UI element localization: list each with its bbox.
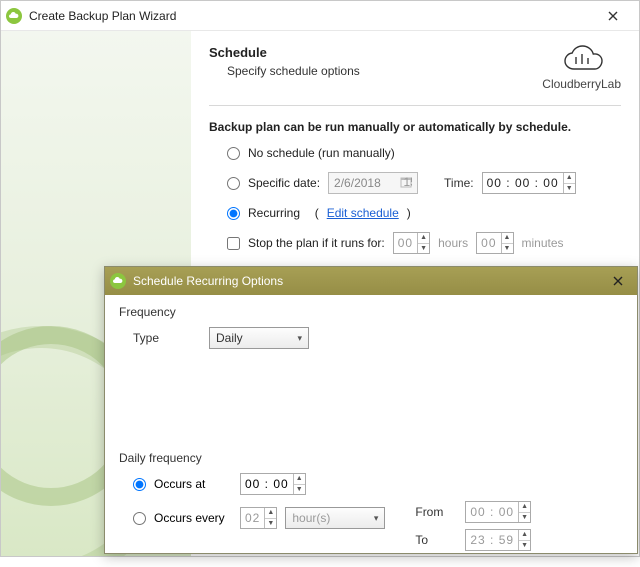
occurs-every-value: 02 — [241, 511, 264, 525]
occurs-at-label: Occurs at — [154, 477, 232, 491]
type-label: Type — [133, 331, 199, 345]
type-row: Type Daily ▾ — [133, 327, 623, 349]
time-spinner[interactable]: ▲▼ — [563, 173, 575, 193]
occurs-at-field[interactable]: 00 : 00 ▲▼ — [240, 473, 306, 495]
stop-plan-row: Stop the plan if it runs for: 00 ▲▼ hour… — [227, 232, 621, 254]
occurs-at-spinner[interactable]: ▲▼ — [293, 474, 305, 494]
time-value: 00 : 00 : 00 — [483, 176, 563, 190]
type-select-value: Daily — [216, 331, 243, 345]
page-subtitle: Specify schedule options — [227, 64, 360, 78]
date-field[interactable]: 2/6/2018 15 — [328, 172, 418, 194]
close-icon — [608, 11, 618, 21]
radio-recurring-input[interactable] — [227, 207, 240, 220]
svg-text:15: 15 — [404, 176, 413, 188]
daily-block: Occurs at 00 : 00 ▲▼ Occurs every 02 ▲▼ … — [119, 473, 623, 557]
from-value: 00 : 00 — [466, 505, 518, 519]
spin-up-icon[interactable]: ▲ — [564, 173, 575, 184]
radio-recurring-label: Recurring — [248, 206, 300, 220]
time-field[interactable]: 00 : 00 : 00 ▲▼ — [482, 172, 576, 194]
cloud-icon — [560, 45, 604, 75]
spin-up-icon[interactable]: ▲ — [418, 233, 429, 244]
window-title: Create Backup Plan Wizard — [29, 9, 591, 23]
spin-up-icon[interactable]: ▲ — [519, 502, 530, 513]
to-spinner[interactable]: ▲▼ — [518, 530, 530, 550]
spin-up-icon[interactable]: ▲ — [265, 508, 276, 519]
occurs-at-value: 00 : 00 — [241, 477, 293, 491]
chevron-down-icon: ▾ — [297, 333, 302, 344]
calendar-icon[interactable]: 15 — [400, 176, 412, 191]
spin-down-icon[interactable]: ▼ — [502, 244, 513, 254]
to-value: 23 : 59 — [466, 533, 518, 547]
occurs-every-spinner[interactable]: ▲▼ — [264, 508, 276, 528]
hours-label: hours — [438, 236, 468, 250]
stop-mins-field[interactable]: 00 ▲▼ — [476, 232, 513, 254]
stop-hours-spinner[interactable]: ▲▼ — [417, 233, 429, 253]
dialog-title: Schedule Recurring Options — [133, 274, 603, 288]
occurs-every-label: Occurs every — [154, 511, 232, 525]
spin-down-icon[interactable]: ▼ — [564, 184, 575, 194]
recurring-dialog: Schedule Recurring Options Frequency Typ… — [104, 266, 638, 554]
from-field[interactable]: 00 : 00 ▲▼ — [465, 501, 531, 523]
brand-logo: CloudberryLab — [542, 45, 621, 91]
header-row: Schedule Specify schedule options Cloudb… — [209, 45, 621, 91]
to-field[interactable]: 23 : 59 ▲▼ — [465, 529, 531, 551]
spin-up-icon[interactable]: ▲ — [294, 474, 305, 485]
radio-no-schedule[interactable]: No schedule (run manually) — [227, 146, 621, 160]
from-label: From — [415, 505, 455, 519]
from-row: From 00 : 00 ▲▼ — [415, 501, 531, 523]
radio-no-schedule-input[interactable] — [227, 147, 240, 160]
titlebar: Create Backup Plan Wizard — [1, 1, 639, 31]
radio-occurs-every[interactable]: Occurs every 02 ▲▼ hour(s) ▾ — [133, 507, 385, 529]
paren-open: ( — [308, 206, 319, 220]
radio-no-schedule-label: No schedule (run manually) — [248, 146, 395, 160]
close-icon — [613, 276, 623, 286]
edit-schedule-link[interactable]: Edit schedule — [327, 206, 399, 220]
time-label: Time: — [444, 176, 474, 190]
radio-specific-date-input[interactable] — [227, 177, 240, 190]
spin-up-icon[interactable]: ▲ — [519, 530, 530, 541]
stop-mins-value: 00 — [477, 236, 500, 250]
type-select[interactable]: Daily ▾ — [209, 327, 309, 349]
radio-specific-date-label: Specific date: — [248, 176, 320, 190]
spin-down-icon[interactable]: ▼ — [294, 485, 305, 495]
stop-hours-field[interactable]: 00 ▲▼ — [393, 232, 430, 254]
occurs-every-unit-select[interactable]: hour(s) ▾ — [285, 507, 385, 529]
dialog-titlebar: Schedule Recurring Options — [105, 267, 637, 295]
spin-down-icon[interactable]: ▼ — [519, 541, 530, 551]
date-value: 2/6/2018 — [334, 176, 381, 190]
stop-mins-spinner[interactable]: ▲▼ — [501, 233, 513, 253]
app-icon — [5, 7, 23, 25]
radio-specific-date[interactable]: Specific date: 2/6/2018 15 Time: 00 : 00… — [227, 172, 621, 194]
frequency-group-label: Frequency — [119, 305, 623, 319]
stop-plan-checkbox[interactable] — [227, 237, 240, 250]
minutes-label: minutes — [522, 236, 564, 250]
radio-recurring[interactable]: Recurring ( Edit schedule ) — [227, 206, 621, 220]
paren-close: ) — [407, 206, 411, 220]
dialog-close-button[interactable] — [603, 269, 633, 293]
spin-down-icon[interactable]: ▼ — [519, 513, 530, 523]
spin-down-icon[interactable]: ▼ — [265, 519, 276, 529]
radio-occurs-every-input[interactable] — [133, 512, 146, 525]
occurs-every-field[interactable]: 02 ▲▼ — [240, 507, 277, 529]
daily-group-label: Daily frequency — [119, 451, 623, 465]
page-title: Schedule — [209, 45, 360, 60]
dialog-body: Frequency Type Daily ▾ Daily frequency O… — [105, 295, 637, 567]
stop-plan-label: Stop the plan if it runs for: — [248, 236, 385, 250]
occurs-every-unit-value: hour(s) — [292, 511, 330, 525]
divider — [209, 105, 621, 106]
chevron-down-icon: ▾ — [374, 513, 379, 524]
section-intro: Backup plan can be run manually or autom… — [209, 120, 621, 134]
spin-up-icon[interactable]: ▲ — [502, 233, 513, 244]
to-row: To 23 : 59 ▲▼ — [415, 529, 531, 551]
window-close-button[interactable] — [591, 2, 635, 30]
spin-down-icon[interactable]: ▼ — [418, 244, 429, 254]
brand-name: CloudberryLab — [542, 77, 621, 91]
stop-hours-value: 00 — [394, 236, 417, 250]
app-icon — [109, 272, 127, 290]
from-spinner[interactable]: ▲▼ — [518, 502, 530, 522]
to-label: To — [415, 533, 455, 547]
radio-occurs-at-input[interactable] — [133, 478, 146, 491]
radio-occurs-at[interactable]: Occurs at 00 : 00 ▲▼ — [133, 473, 385, 495]
